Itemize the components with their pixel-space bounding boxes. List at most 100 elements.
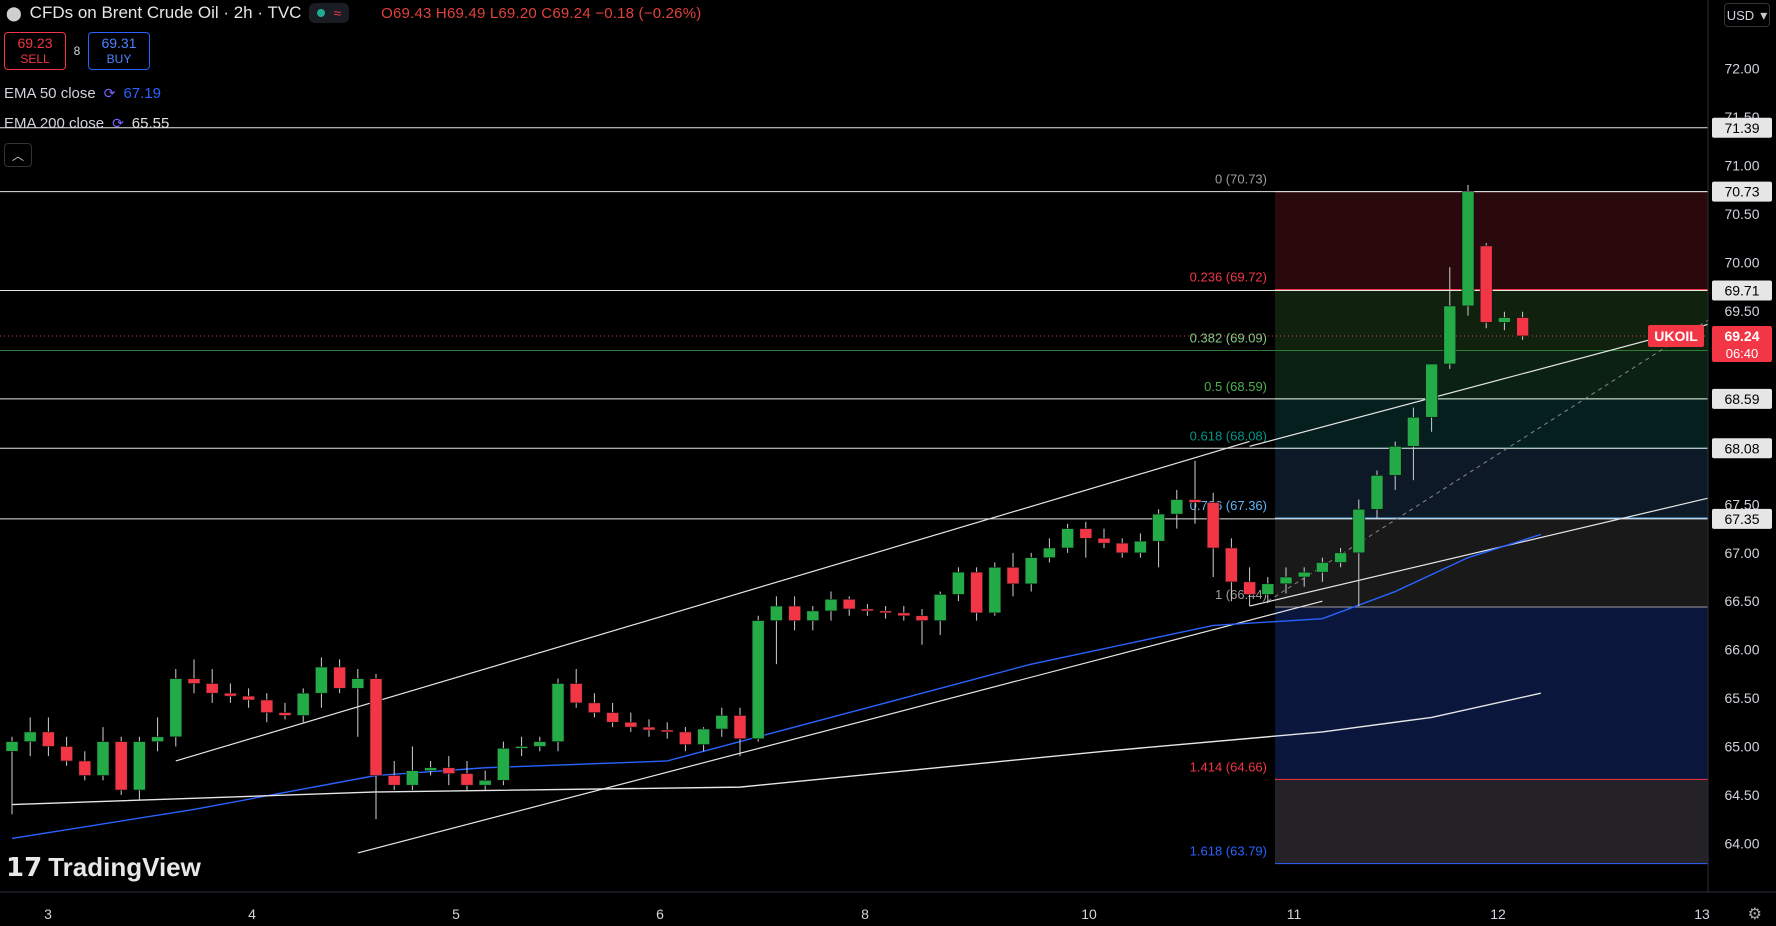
ohlc-values: O69.43 H69.49 L69.20 C69.24 −0.18 (−0.26… bbox=[381, 4, 702, 22]
price-tick-label: 64.00 bbox=[1724, 835, 1759, 851]
fibonacci-zones: 0 (70.73) 0.236 (69.72) 0.382 (69.09) 0.5 (… bbox=[1190, 172, 1708, 865]
currency-selector[interactable]: USD ▾ bbox=[1724, 3, 1770, 27]
ema200-label: EMA 200 close bbox=[4, 115, 105, 132]
symbol-title[interactable]: CFDs on Brent Crude Oil · 2h · TVC bbox=[30, 3, 302, 23]
candle-body bbox=[952, 571, 965, 595]
time-tick-label: 4 bbox=[248, 906, 256, 922]
candle-body bbox=[642, 726, 656, 731]
candle-body bbox=[1461, 191, 1475, 307]
fib-label: 0 (70.73) bbox=[1215, 172, 1267, 187]
fib-zone bbox=[1275, 350, 1708, 399]
candle-body bbox=[1261, 583, 1275, 595]
candle-body bbox=[169, 678, 183, 738]
price-tick-label: 66.50 bbox=[1724, 593, 1759, 609]
candle-body bbox=[606, 712, 619, 723]
candle-body bbox=[1425, 363, 1438, 418]
waves-icon: ≈ bbox=[333, 5, 342, 21]
fib-label: 0.5 (68.59) bbox=[1204, 379, 1267, 394]
chevron-up-icon: ︿ bbox=[11, 148, 24, 163]
candle-body bbox=[733, 715, 747, 740]
candle-body bbox=[497, 748, 510, 781]
candle-body bbox=[96, 741, 110, 776]
time-tick-label: 6 bbox=[656, 906, 664, 922]
fib-zone bbox=[1275, 607, 1708, 780]
candle-body bbox=[1243, 581, 1256, 595]
candle-body bbox=[624, 721, 638, 728]
symbol-tag: UKOIL bbox=[1654, 328, 1698, 344]
fib-label: 0.618 (68.08) bbox=[1190, 428, 1267, 443]
candle-body bbox=[715, 715, 729, 730]
candle-body bbox=[569, 683, 583, 704]
candle-body bbox=[897, 612, 911, 617]
candle-body bbox=[1334, 552, 1347, 563]
trade-buttons: 69.23 SELL 8 69.31 BUY bbox=[4, 32, 150, 70]
price-tick-label: 65.50 bbox=[1724, 690, 1759, 706]
time-tick-label: 5 bbox=[452, 906, 460, 922]
last-price-tag: 69.24 bbox=[1724, 328, 1759, 344]
fib-zone bbox=[1275, 779, 1708, 864]
sell-button[interactable]: 69.23 SELL bbox=[4, 32, 66, 70]
candle-body bbox=[1498, 317, 1511, 323]
candle-body bbox=[278, 712, 292, 716]
candle-body bbox=[1316, 562, 1329, 573]
candle-body bbox=[406, 770, 419, 786]
candle-body bbox=[333, 666, 346, 689]
candle-body bbox=[824, 598, 838, 612]
refresh-icon[interactable]: ⟳ bbox=[112, 115, 124, 132]
candle-body bbox=[205, 683, 219, 694]
fib-label: 1.618 (63.79) bbox=[1190, 844, 1267, 859]
candle-body bbox=[697, 728, 710, 745]
time-tick-label: 11 bbox=[1287, 906, 1302, 922]
candle-body bbox=[242, 695, 255, 701]
candle-body bbox=[1079, 528, 1093, 539]
candle-body bbox=[915, 615, 929, 621]
candle-body bbox=[1370, 475, 1384, 510]
candle-body bbox=[1516, 317, 1529, 337]
candle-body bbox=[1024, 557, 1038, 585]
spread-value: 8 bbox=[73, 44, 81, 58]
level-tag: 67.35 bbox=[1724, 511, 1759, 527]
candle-body bbox=[751, 620, 765, 740]
time-tick-label: 10 bbox=[1081, 906, 1097, 922]
price-chart[interactable]: 0 (70.73) 0.236 (69.72) 0.382 (69.09) 0.5 (… bbox=[0, 0, 1776, 926]
candle-body bbox=[424, 767, 437, 771]
candle-body bbox=[788, 605, 801, 621]
candle-body bbox=[1443, 305, 1457, 365]
candle-body bbox=[933, 594, 947, 621]
candle-body bbox=[1407, 416, 1420, 447]
price-tick-label: 67.00 bbox=[1724, 545, 1759, 561]
market-open-icon bbox=[317, 9, 326, 17]
drop-icon: ⬤ bbox=[6, 4, 22, 21]
buy-button[interactable]: 69.31 BUY bbox=[88, 32, 150, 70]
buy-label: BUY bbox=[106, 52, 132, 66]
candle-body bbox=[296, 692, 310, 716]
ema50-legend[interactable]: EMA 50 close ⟳ 67.19 bbox=[4, 85, 161, 102]
candle-body bbox=[1206, 502, 1220, 549]
market-status-pill[interactable]: ≈ bbox=[309, 3, 350, 23]
level-tag: 71.39 bbox=[1724, 120, 1759, 136]
ema200-legend[interactable]: EMA 200 close ⟳ 65.55 bbox=[4, 115, 169, 132]
price-tick-label: 65.00 bbox=[1724, 738, 1759, 754]
candle-body bbox=[1479, 245, 1493, 323]
candle-body bbox=[1043, 547, 1056, 558]
candle-body bbox=[1152, 513, 1165, 542]
candle-body bbox=[679, 731, 692, 745]
candle-body bbox=[260, 699, 274, 713]
candle-body bbox=[588, 702, 601, 713]
time-tick-label: 8 bbox=[861, 906, 869, 922]
price-tick-label: 70.00 bbox=[1724, 254, 1759, 270]
candle-body bbox=[861, 608, 874, 612]
settings-gear-icon[interactable]: ⚙ bbox=[1748, 904, 1762, 924]
candle-body bbox=[1352, 508, 1366, 554]
collapse-legend-button[interactable]: ︿ bbox=[4, 143, 32, 167]
level-tag: 69.71 bbox=[1724, 282, 1759, 298]
price-tick-label: 71.00 bbox=[1724, 158, 1759, 174]
candle-body bbox=[1170, 499, 1184, 515]
candle-body bbox=[5, 741, 19, 752]
level-tag: 68.59 bbox=[1724, 391, 1759, 407]
countdown-label: 06:40 bbox=[1726, 346, 1759, 361]
fib-label: 1.414 (64.66) bbox=[1190, 759, 1267, 774]
refresh-icon[interactable]: ⟳ bbox=[104, 85, 116, 102]
candle-body bbox=[224, 692, 237, 697]
time-axis[interactable]: 3 4 5 6 8 10 11 12 13 bbox=[0, 891, 1776, 926]
